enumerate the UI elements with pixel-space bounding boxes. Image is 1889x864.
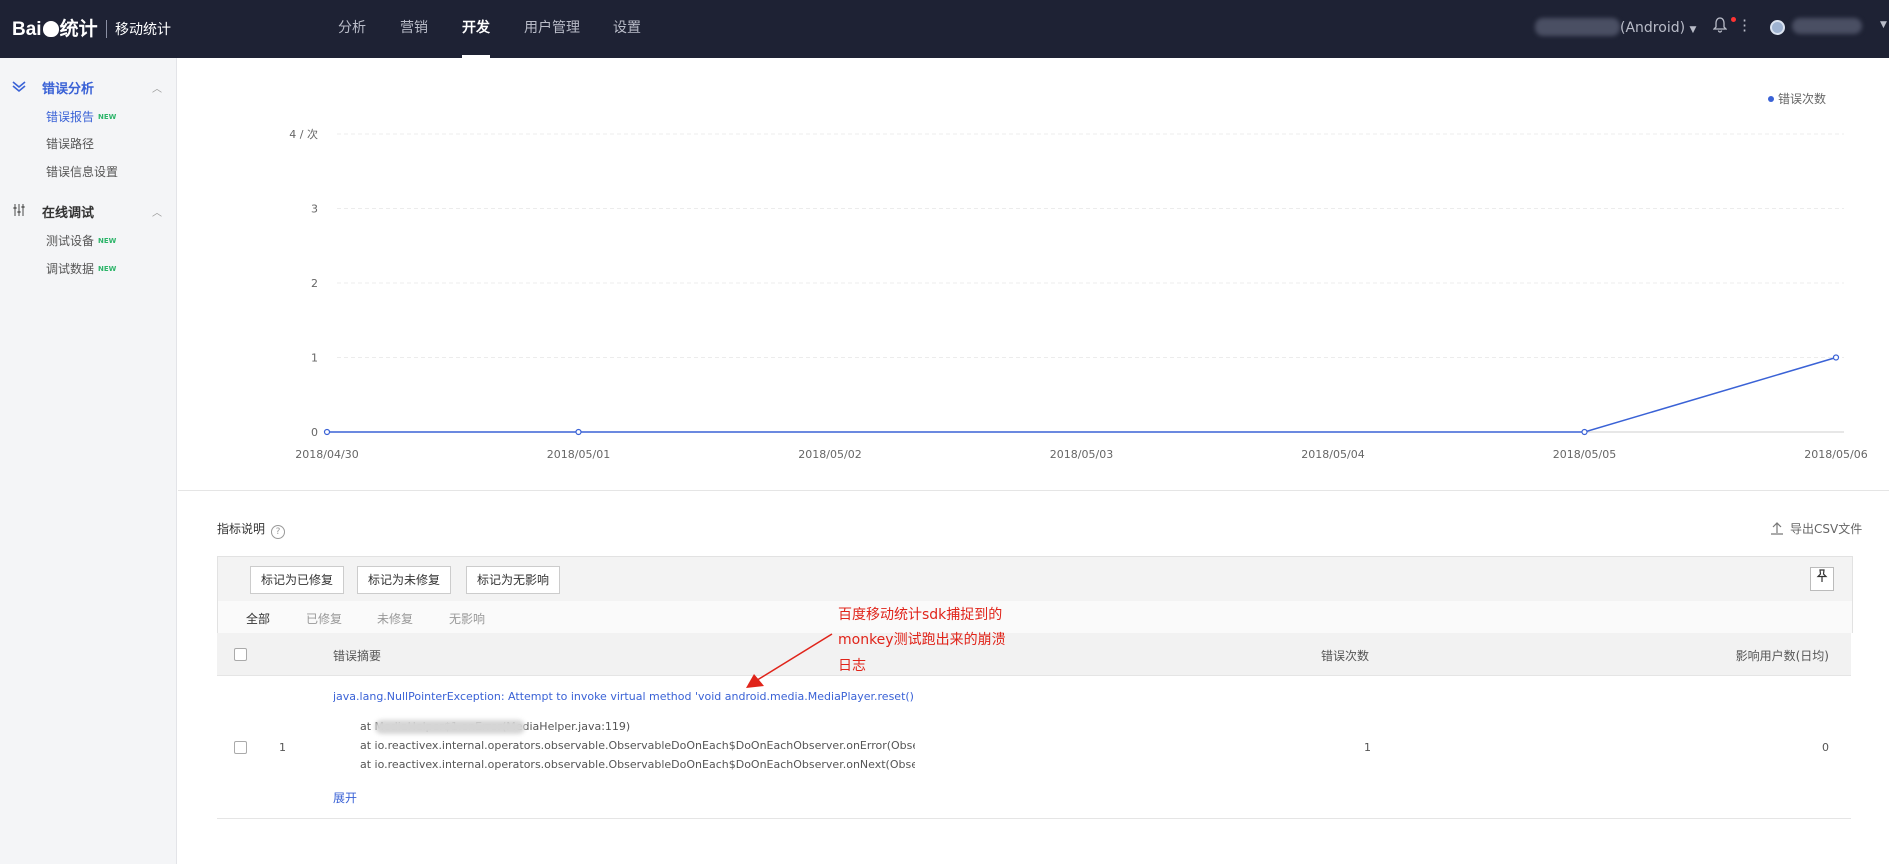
pin-icon[interactable] [1810,567,1834,591]
metric-description[interactable]: 指标说明? [217,520,286,539]
filter-no-impact[interactable]: 无影响 [449,610,485,627]
upload-icon [1771,522,1783,535]
annotation-line-1: 百度移动统计sdk捕捉到的 [838,607,1003,623]
x-tick-label: 2018/05/04 [1301,448,1364,461]
nav-settings[interactable]: 设置 [613,0,641,58]
chevron-down-icon: ▼ [1689,25,1697,35]
logo-text: Bai [12,19,42,40]
sidebar-group-error-analysis[interactable]: 错误分析 [12,78,94,97]
logo-tail: 统计 [59,19,98,40]
action-toolbar: 标记为已修复 标记为未修复 标记为无影响 [217,556,1853,602]
row-checkbox[interactable] [234,741,247,754]
table-header: 错误摘要 错误次数 影响用户数(日均) [217,633,1851,676]
y-tick-label: 4 / 次 [289,127,318,141]
status-filter-tabs: 全部 已修复 未修复 无影响 [217,601,1853,633]
y-tick-label: 3 [311,203,318,216]
header-error-count[interactable]: 错误次数 [1321,647,1369,664]
data-point [1581,428,1588,436]
sidebar-group-label: 在线调试 [42,206,95,221]
sliders-icon [12,203,28,221]
export-csv-button[interactable]: 导出CSV文件 [1770,520,1862,537]
header-summary[interactable]: 错误摘要 [333,647,381,664]
y-tick-label: 1 [311,352,318,365]
affected-users-value: 0 [1822,741,1829,754]
sidebar: 错误分析 ︿ 错误报告 NEW 错误路径 错误信息设置 在线调试 ︿ 测试设备 NE… [0,58,177,864]
error-count-value: 1 [1364,741,1371,754]
annotation-line-3: 日志 [838,658,866,674]
exception-link[interactable]: java.lang.NullPointerException: Attempt … [333,690,913,703]
nav-develop[interactable]: 开发 [462,0,490,58]
x-tick-label: 2018/05/02 [798,448,861,461]
user-menu-chevron-icon[interactable]: ▼ [1880,20,1887,30]
annotation-line-2: monkey测试跑出来的崩溃 [838,632,1006,648]
nav-analysis[interactable]: 分析 [338,0,366,58]
data-point [575,428,582,436]
y-tick-label: 2 [311,277,318,290]
sidebar-item-test-device[interactable]: 测试设备 NEW [46,232,116,249]
select-all-checkbox[interactable] [234,648,247,661]
section-divider [178,490,1889,491]
app-selector[interactable]: (Android) ▼ [1620,20,1696,36]
mark-fixed-button[interactable]: 标记为已修复 [250,566,345,594]
row-index: 1 [279,741,286,754]
expand-link[interactable]: 展开 [333,789,357,806]
paw-icon [42,21,59,37]
sidebar-item-label: 错误报告 [46,110,95,124]
sidebar-item-label: 调试数据 [46,262,95,276]
product-name: 移动统计 [115,22,171,38]
x-tick-label: 2018/05/05 [1553,448,1616,461]
sidebar-item-debug-data[interactable]: 调试数据 NEW [46,260,116,277]
sidebar-group-label: 错误分析 [42,82,95,97]
bell-icon[interactable] [1712,17,1728,37]
avatar[interactable] [1770,20,1785,35]
logo-divider [106,20,107,38]
new-badge: NEW [98,113,117,121]
more-vertical-icon[interactable]: · · · [1742,13,1747,39]
export-label: 导出CSV文件 [1790,522,1863,536]
data-point [323,428,331,436]
table-row: 1 java.lang.NullPointerException: Attemp… [217,675,1851,819]
series-line [327,356,1837,433]
notification-dot [1731,17,1736,22]
baidu-logo[interactable]: Bai 统计 [12,14,98,41]
x-tick-label: 2018/05/03 [1050,448,1113,461]
y-tick-label: 0 [311,426,318,439]
app-platform-label: (Android) [1620,20,1686,36]
x-tick-label: 2018/04/30 [295,448,358,461]
filter-fixed[interactable]: 已修复 [306,610,342,627]
metric-title-text: 指标说明 [217,522,266,536]
stack-trace-line: at io.reactivex.internal.operators.obser… [360,739,915,752]
redacted-package-name [375,720,525,734]
x-tick-label: 2018/05/01 [547,448,610,461]
stack-trace-line: at io.reactivex.internal.operators.obser… [360,758,915,771]
filter-unfixed[interactable]: 未修复 [377,610,413,627]
data-point [1832,354,1840,361]
error-count-line-chart: 0 1 2 3 4 / 次 2018/04/30 2018/05/01 2018/05/02 2… [289,127,1867,461]
sidebar-item-label: 测试设备 [46,234,95,248]
filter-all[interactable]: 全部 [246,610,270,627]
sidebar-item-error-report[interactable]: 错误报告 NEW [46,108,116,125]
redacted-app-name [1535,18,1620,36]
sidebar-item-error-path[interactable]: 错误路径 [46,135,94,152]
sidebar-item-error-info-settings[interactable]: 错误信息设置 [46,163,118,180]
header-affected-users[interactable]: 影响用户数(日均) [1736,647,1829,664]
sidebar-group-online-debug[interactable]: 在线调试 [12,202,94,221]
error-analysis-icon [12,79,28,97]
redacted-username [1792,18,1862,34]
mark-no-impact-button[interactable]: 标记为无影响 [466,566,561,594]
collapse-caret-icon[interactable]: ︿ [152,80,162,95]
nav-marketing[interactable]: 营销 [400,0,428,58]
help-icon[interactable]: ? [271,525,286,539]
nav-user-management[interactable]: 用户管理 [524,0,580,58]
x-tick-label: 2018/05/06 [1804,448,1867,461]
new-badge: NEW [98,265,117,273]
mark-unfixed-button[interactable]: 标记为未修复 [357,566,452,594]
new-badge: NEW [98,237,117,245]
collapse-caret-icon[interactable]: ︿ [152,204,162,219]
top-navigation-bar: Bai 统计 移动统计 分析 营销 开发 用户管理 设置 (Android) ▼ … [0,0,1889,58]
annotation-arrow [746,633,833,688]
